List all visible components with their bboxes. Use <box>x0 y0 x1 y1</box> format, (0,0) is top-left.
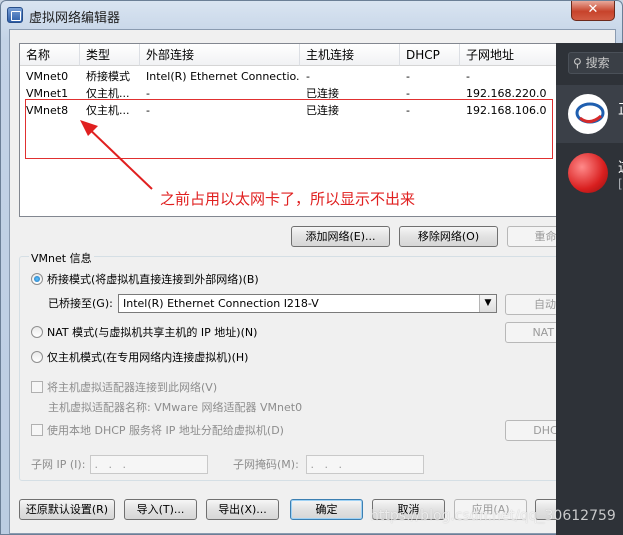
virtual-network-editor-window: 虚拟网络编辑器 ✕ 名称 类型 外部连接 主机连接 DHCP 子网地址 VMne… <box>0 0 623 535</box>
radio-unselected-icon <box>31 351 43 363</box>
import-button[interactable]: 导入(T)... <box>124 499 197 520</box>
bridged-mode-radio[interactable]: 桥接模式(将虚拟机直接连接到外部网络)(B) <box>31 273 259 287</box>
chevron-down-icon[interactable]: ▼ <box>479 295 496 312</box>
window-title: 虚拟网络编辑器 <box>29 11 121 26</box>
vmnet-info-group <box>19 256 609 481</box>
nat-mode-label: NAT 模式(与虚拟机共享主机的 IP 地址)(N) <box>47 326 258 339</box>
use-dhcp-label: 使用本地 DHCP 服务将 IP 地址分配给虚拟机(D) <box>47 424 284 437</box>
brand-logo-icon <box>575 102 605 124</box>
chat-item-selected[interactable]: 正 <box>556 85 623 143</box>
vmnet-info-title: VMnet 信息 <box>29 250 94 266</box>
bridged-adapter-value: Intel(R) Ethernet Connection I218-V <box>123 297 319 310</box>
remove-network-button[interactable]: 移除网络(O) <box>399 226 498 247</box>
side-search-placeholder: 搜索 <box>585 56 610 70</box>
annotation-text: 之前占用以太网卡了，所以显示不出来 <box>160 190 416 208</box>
checkbox-icon <box>31 381 43 393</box>
radio-selected-icon <box>31 273 43 285</box>
network-app-icon <box>7 7 23 23</box>
bridged-mode-label: 桥接模式(将虚拟机直接连接到外部网络)(B) <box>47 273 259 286</box>
dialog-content: 名称 类型 外部连接 主机连接 DHCP 子网地址 VMnet0 桥接模式 In… <box>9 29 616 534</box>
avatar <box>568 94 608 134</box>
bridged-to-label: 已桥接至(G): <box>48 297 113 310</box>
connect-adapter-checkbox[interactable]: 将主机虚拟适配器连接到此网络(V) <box>31 381 217 395</box>
watermark: https://blog.csdn.net/qq_30612759 <box>370 508 616 524</box>
connect-adapter-label: 将主机虚拟适配器连接到此网络(V) <box>47 381 218 394</box>
apple-avatar[interactable] <box>568 153 608 193</box>
subnet-mask-label: 子网掩码(M): <box>233 458 299 471</box>
use-dhcp-checkbox[interactable]: 使用本地 DHCP 服务将 IP 地址分配给虚拟机(D) <box>31 424 284 438</box>
side-search-input[interactable]: ⚲ 搜索 <box>568 52 623 74</box>
adapter-name-text: 主机虚拟适配器名称: VMware 网络适配器 VMnet0 <box>48 401 303 414</box>
host-only-label: 仅主机模式(在专用网络内连接虚拟机)(H) <box>47 351 249 364</box>
network-list[interactable]: 名称 类型 外部连接 主机连接 DHCP 子网地址 VMnet0 桥接模式 In… <box>19 43 609 217</box>
chat-side-panel: ⚲ 搜索 正 这 [ <box>556 43 623 535</box>
host-only-radio[interactable]: 仅主机模式(在专用网络内连接虚拟机)(H) <box>31 351 248 365</box>
chat-item-title: 正 <box>618 99 623 119</box>
close-button[interactable]: ✕ <box>571 1 615 21</box>
radio-unselected-icon <box>31 326 43 338</box>
subnet-ip-label: 子网 IP (I): <box>31 458 86 471</box>
export-button[interactable]: 导出(X)... <box>206 499 279 520</box>
chat-item-title: 这 <box>618 157 623 177</box>
title-bar[interactable]: 虚拟网络编辑器 ✕ <box>1 1 622 29</box>
chat-item-subtitle: [ <box>618 177 623 191</box>
nat-mode-radio[interactable]: NAT 模式(与虚拟机共享主机的 IP 地址)(N) <box>31 326 257 340</box>
bridged-adapter-select[interactable]: Intel(R) Ethernet Connection I218-V ▼ <box>118 294 497 313</box>
add-network-button[interactable]: 添加网络(E)... <box>291 226 390 247</box>
search-icon: ⚲ <box>573 56 582 70</box>
ok-button[interactable]: 确定 <box>290 499 363 520</box>
checkbox-icon <box>31 424 43 436</box>
subnet-ip-input[interactable]: . . . <box>90 455 208 474</box>
restore-defaults-button[interactable]: 还原默认设置(R) <box>19 499 115 520</box>
subnet-mask-input[interactable]: . . . <box>306 455 424 474</box>
